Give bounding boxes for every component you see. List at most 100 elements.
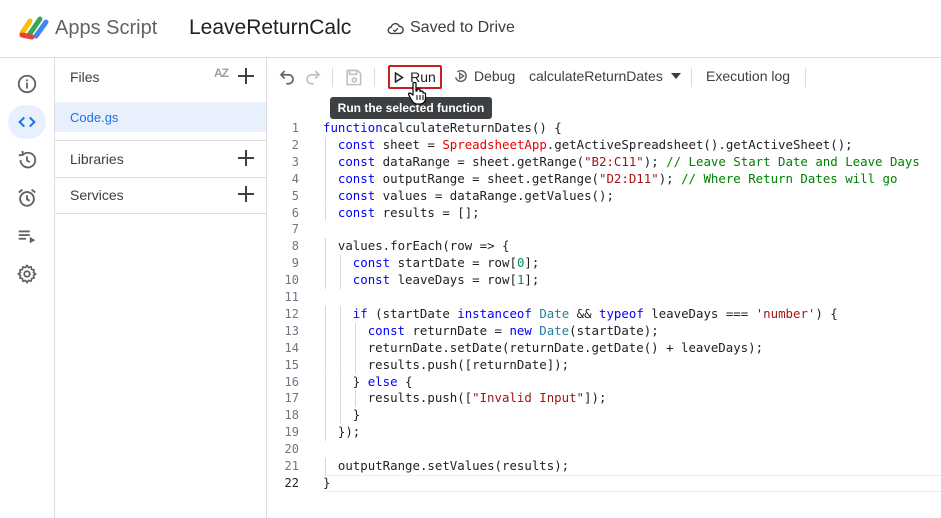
file-name: Code.gs bbox=[70, 109, 119, 125]
undo-button[interactable] bbox=[277, 67, 297, 87]
project-title[interactable]: LeaveReturnCalc bbox=[189, 16, 351, 40]
line-number: 3 bbox=[291, 154, 299, 169]
redo-icon bbox=[306, 70, 321, 85]
code-line[interactable]: 9 const startDate = row[0]; bbox=[267, 255, 941, 273]
indent-guide bbox=[325, 153, 326, 171]
code-token: const bbox=[352, 272, 391, 288]
execution-log-button[interactable]: Execution log bbox=[706, 68, 790, 84]
code-line[interactable]: 16 } else { bbox=[267, 373, 941, 391]
code-line[interactable]: 21 outputRange.setValues(results); bbox=[267, 458, 941, 475]
line-number: 9 bbox=[291, 256, 299, 271]
indent-guide bbox=[325, 204, 326, 222]
code-token: returnDate = bbox=[405, 322, 510, 338]
files-label: Files bbox=[70, 69, 100, 85]
code-token: ]); bbox=[584, 390, 607, 406]
apps-script-logo-icon[interactable] bbox=[18, 15, 50, 41]
debug-button[interactable]: Debug bbox=[453, 68, 515, 84]
indent-guide bbox=[354, 339, 356, 357]
code-line[interactable]: 10 const leaveDays = row[1]; bbox=[267, 272, 941, 289]
line-number: 8 bbox=[291, 239, 299, 254]
add-file-plus-icon[interactable] bbox=[235, 65, 257, 87]
indent-guide bbox=[325, 305, 326, 323]
code-token: const bbox=[337, 136, 376, 152]
line-number: 21 bbox=[284, 459, 299, 473]
code-token: } bbox=[323, 474, 331, 490]
code-editor[interactable]: 1 functioncalculateReturnDates() {2 const … bbox=[267, 120, 941, 518]
code-token: Date bbox=[531, 305, 570, 321]
code-line[interactable]: 4 const outputRange = sheet.getRange("D2:… bbox=[267, 170, 941, 188]
code-text: const outputRange = sheet.getRange("D2:D… bbox=[338, 171, 898, 188]
function-select[interactable]: calculateReturnDates bbox=[529, 68, 681, 84]
file-item-code-gs[interactable]: Code.gs bbox=[55, 102, 266, 132]
code-token: function bbox=[323, 120, 383, 135]
code-line[interactable]: 13 const returnDate = new Date(startDate)… bbox=[267, 322, 941, 340]
line-number: 16 bbox=[284, 374, 299, 389]
history-button[interactable] bbox=[8, 143, 46, 177]
project-settings-button[interactable] bbox=[8, 257, 46, 291]
line-number: 18 bbox=[284, 408, 299, 423]
services-row: Services bbox=[55, 177, 266, 213]
code-token: results = []; bbox=[375, 204, 480, 220]
code-line[interactable]: 3 const dataRange = sheet.getRange("B2:C1… bbox=[267, 153, 941, 171]
code-line[interactable]: 7 bbox=[267, 221, 941, 238]
line-number: 1 bbox=[291, 121, 299, 135]
indent-guide bbox=[325, 390, 326, 408]
indent-guide bbox=[339, 356, 341, 374]
code-token: }); bbox=[337, 424, 361, 440]
code-token: const bbox=[337, 187, 376, 203]
code-line[interactable]: 17 results.push(["Invalid Input"]); bbox=[267, 390, 941, 408]
redo-button[interactable] bbox=[303, 67, 323, 87]
code-line[interactable]: 12 if (startDate instanceof Date && typeo… bbox=[267, 305, 941, 323]
editor-button[interactable] bbox=[8, 105, 46, 139]
code-line[interactable]: 19}); bbox=[267, 424, 941, 442]
code-line[interactable]: 20 bbox=[267, 441, 941, 458]
overview-button[interactable] bbox=[8, 67, 46, 101]
code-token: values.forEach(row => { bbox=[337, 238, 510, 254]
save-button[interactable] bbox=[343, 67, 363, 87]
code-text: const values = dataRange.getValues(); bbox=[338, 188, 614, 205]
add-library-plus-icon[interactable] bbox=[235, 147, 257, 169]
code-line[interactable]: 6 const results = []; bbox=[267, 204, 941, 222]
code-token: dataRange = sheet.getRange( bbox=[375, 153, 585, 169]
indent-guide bbox=[325, 339, 326, 357]
code-text: const returnDate = new Date(startDate); bbox=[368, 323, 659, 340]
toolbar-separator bbox=[691, 68, 692, 87]
sort-az-icon[interactable]: AZ bbox=[214, 66, 229, 80]
line-number: 17 bbox=[284, 391, 299, 406]
libraries-label: Libraries bbox=[70, 151, 124, 167]
code-line[interactable]: 15 results.push([returnDate]); bbox=[267, 356, 941, 374]
indent-guide bbox=[325, 373, 326, 391]
code-line[interactable]: 5 const values = dataRange.getValues(); bbox=[267, 187, 941, 205]
code-token: 'number' bbox=[755, 305, 816, 321]
code-line[interactable]: 18} bbox=[267, 407, 941, 425]
indent-guide bbox=[325, 407, 326, 425]
code-line[interactable]: 22} bbox=[267, 474, 941, 492]
code-text: const sheet = SpreadsheetApp.getActiveSp… bbox=[338, 137, 853, 154]
code-token: startDate = row[ bbox=[390, 255, 517, 271]
executions-button[interactable] bbox=[8, 219, 46, 253]
add-service-plus-icon[interactable] bbox=[235, 183, 257, 205]
code-token: values = dataRange.getValues(); bbox=[375, 187, 614, 203]
code-text: } else { bbox=[353, 374, 413, 391]
code-token: outputRange = sheet.getRange( bbox=[375, 170, 599, 186]
code-line[interactable]: 8 values.forEach(row => { bbox=[267, 238, 941, 256]
code-text: results.push([returnDate]); bbox=[368, 357, 569, 374]
triggers-button[interactable] bbox=[8, 181, 46, 215]
code-token: results.push([ bbox=[367, 390, 473, 406]
files-panel: Files AZ Code.gs Libraries Services bbox=[55, 58, 267, 518]
code-line[interactable]: 2 const sheet = SpreadsheetApp.getActiveS… bbox=[267, 136, 941, 154]
indent-guide bbox=[339, 322, 341, 340]
indent-guide bbox=[339, 407, 341, 425]
code-line[interactable]: 14 returnDate.setDate(returnDate.getDate(… bbox=[267, 339, 941, 357]
code-line[interactable]: 1 functioncalculateReturnDates() { bbox=[267, 120, 941, 137]
code-token: "D2:D11" bbox=[599, 170, 659, 186]
top-bar: Apps Script LeaveReturnCalc Saved to Dri… bbox=[0, 0, 941, 58]
hand-cursor-icon bbox=[407, 81, 427, 105]
libraries-row: Libraries bbox=[55, 141, 266, 177]
line-number: 5 bbox=[291, 188, 299, 203]
code-line[interactable]: 11 bbox=[267, 289, 941, 306]
code-token: const bbox=[352, 255, 391, 271]
code-text: values.forEach(row => { bbox=[338, 238, 510, 255]
indent-guide bbox=[325, 255, 326, 273]
code-token: results.push([returnDate]); bbox=[367, 356, 570, 372]
